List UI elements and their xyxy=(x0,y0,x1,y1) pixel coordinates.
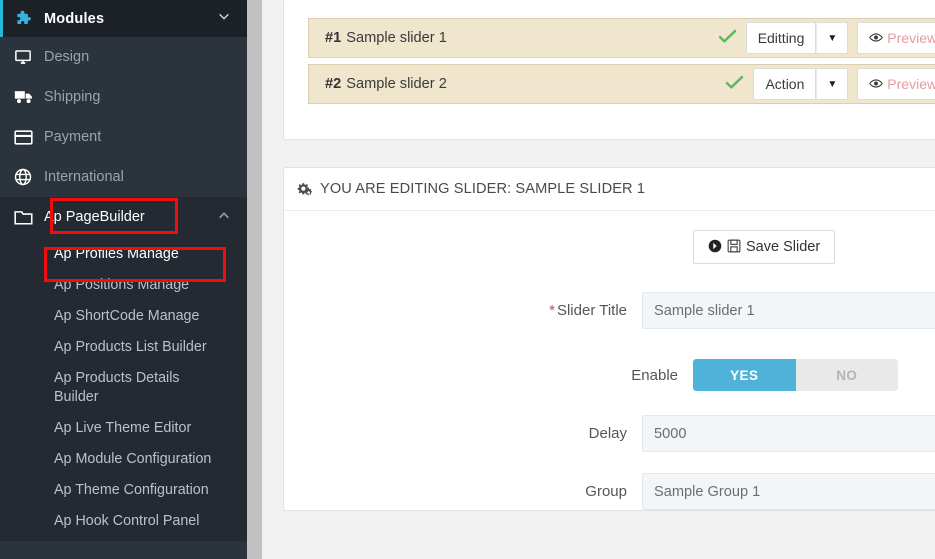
sidebar-subitem-ap-products-details-builder[interactable]: Ap Products Details Builder xyxy=(0,363,247,413)
slider-row-actions: Action ▼ Preview xyxy=(725,68,935,100)
save-slider-button[interactable]: Save Slider xyxy=(693,230,836,264)
page-scrollbar[interactable] xyxy=(247,0,262,559)
action-button[interactable]: Action xyxy=(753,68,817,100)
form-row-slider-title: * Slider Title xyxy=(284,292,935,329)
sidebar-header-label: Modules xyxy=(44,10,105,27)
slider-row-number: #1 xyxy=(325,30,342,46)
puzzle-icon xyxy=(14,9,44,28)
monitor-icon xyxy=(14,48,44,66)
form-row-delay: Delay xyxy=(284,415,935,452)
globe-icon xyxy=(14,168,44,186)
sidebar-header-modules[interactable]: Modules xyxy=(0,0,247,37)
floppy-disk-icon xyxy=(727,239,741,256)
slider-row-name: Sample slider 2 xyxy=(346,76,447,92)
eye-icon xyxy=(869,31,884,46)
preview-label: Preview xyxy=(887,30,935,46)
sidebar-item-ap-pagebuilder[interactable]: Ap PageBuilder xyxy=(0,197,247,237)
sidebar-subitem-ap-profiles-manage[interactable]: Ap Profiles Manage xyxy=(0,239,247,270)
delay-input[interactable] xyxy=(642,415,935,452)
sidebar-subitem-ap-products-list-builder[interactable]: Ap Products List Builder xyxy=(0,332,247,363)
enable-yes-option[interactable]: YES xyxy=(693,359,796,391)
truck-icon xyxy=(14,88,44,106)
sidebar-item-payment[interactable]: Payment xyxy=(0,117,247,157)
sidebar-item-label: International xyxy=(44,169,124,185)
preview-dropdown-1[interactable]: Preview ▼ xyxy=(857,22,935,54)
group-label: Group xyxy=(585,483,627,500)
slider-row-name: Sample slider 1 xyxy=(346,30,447,46)
action-button[interactable]: Editting xyxy=(745,22,817,54)
chevron-up-icon[interactable] xyxy=(217,209,231,226)
sidebar-subitem-ap-positions-manage[interactable]: Ap Positions Manage xyxy=(0,270,247,301)
group-select-wrapper: Sample Group 1 ▼ xyxy=(642,473,935,510)
panel-body: Save Slider *Slider Title Enable xyxy=(284,211,935,510)
enable-no-option[interactable]: NO xyxy=(795,359,898,391)
table-row[interactable]: #2 Sample slider 2 Action ▼ Preview xyxy=(308,64,935,104)
chevron-down-icon[interactable] xyxy=(217,9,231,28)
enable-label: Enable xyxy=(631,366,678,384)
sidebar-subitem-ap-theme-configuration[interactable]: Ap Theme Configuration xyxy=(0,475,247,506)
chevron-down-icon[interactable]: ▼ xyxy=(816,22,849,54)
sidebar-subitem-ap-hook-control-panel[interactable]: Ap Hook Control Panel xyxy=(0,506,247,537)
required-asterisk: * xyxy=(549,302,555,319)
table-row[interactable]: #1 Sample slider 1 Editting ▼ Preview xyxy=(308,18,935,58)
sidebar-item-label: Design xyxy=(44,49,90,65)
action-dropdown-2[interactable]: Action ▼ xyxy=(753,68,849,100)
slider-title-input[interactable] xyxy=(642,292,935,329)
sidebar-subitem-ap-shortcode-manage[interactable]: Ap ShortCode Manage xyxy=(0,301,247,332)
preview-dropdown-2[interactable]: Preview ▼ xyxy=(857,68,935,100)
slider-row-actions: Editting ▼ Preview xyxy=(718,22,935,54)
main-content: #1 Sample slider 1 Editting ▼ Preview #2… xyxy=(262,0,935,559)
scrollbar-thumb[interactable] xyxy=(247,0,262,559)
sidebar-subitem-ap-live-theme-editor[interactable]: Ap Live Theme Editor xyxy=(0,413,247,444)
sidebar-item-label: Payment xyxy=(44,129,102,145)
credit-card-icon xyxy=(14,129,44,146)
slider-row-number: #2 xyxy=(325,76,342,92)
sidebar-navigation: Modules Design Shipping Payment Internat… xyxy=(0,0,247,559)
sidebar-subitem-ap-module-configuration[interactable]: Ap Module Configuration xyxy=(0,444,247,475)
preview-button[interactable]: Preview xyxy=(857,68,935,100)
save-slider-label: Save Slider xyxy=(746,239,821,255)
check-icon xyxy=(718,29,737,48)
eye-icon xyxy=(869,77,884,92)
form-row-enable: Enable YES NO xyxy=(284,359,935,391)
check-icon xyxy=(725,75,744,94)
chevron-down-icon[interactable]: ▼ xyxy=(816,68,849,100)
action-dropdown-1[interactable]: Editting ▼ xyxy=(745,22,849,54)
slider-title-label: * Slider Title xyxy=(549,302,627,319)
arrow-right-circle-icon xyxy=(708,239,722,256)
enable-toggle[interactable]: YES NO xyxy=(693,359,898,391)
sidebar-item-international[interactable]: International xyxy=(0,157,247,197)
slider-list-card: #1 Sample slider 1 Editting ▼ Preview #2… xyxy=(283,0,935,140)
sidebar-submenu-pagebuilder: Ap Profiles Manage Ap Positions Manage A… xyxy=(0,237,247,541)
preview-button[interactable]: Preview xyxy=(857,22,935,54)
form-row-group: Group Sample Group 1 ▼ xyxy=(284,473,935,510)
gears-icon xyxy=(297,182,314,197)
group-select[interactable]: Sample Group 1 xyxy=(642,473,935,510)
application-window: Modules Design Shipping Payment Internat… xyxy=(0,0,935,559)
delay-label: Delay xyxy=(588,425,627,442)
panel-header: YOU ARE EDITING SLIDER: SAMPLE SLIDER 1 xyxy=(284,168,935,211)
panel-title: YOU ARE EDITING SLIDER: SAMPLE SLIDER 1 xyxy=(320,181,646,197)
form-row-save: Save Slider xyxy=(284,230,935,264)
sidebar-item-design[interactable]: Design xyxy=(0,37,247,77)
folder-icon xyxy=(14,209,44,226)
sidebar-item-label: Shipping xyxy=(44,89,101,105)
sidebar-item-label: Ap PageBuilder xyxy=(44,209,145,225)
slider-editing-panel: YOU ARE EDITING SLIDER: SAMPLE SLIDER 1 xyxy=(283,167,935,511)
sidebar-item-shipping[interactable]: Shipping xyxy=(0,77,247,117)
preview-label: Preview xyxy=(887,76,935,92)
